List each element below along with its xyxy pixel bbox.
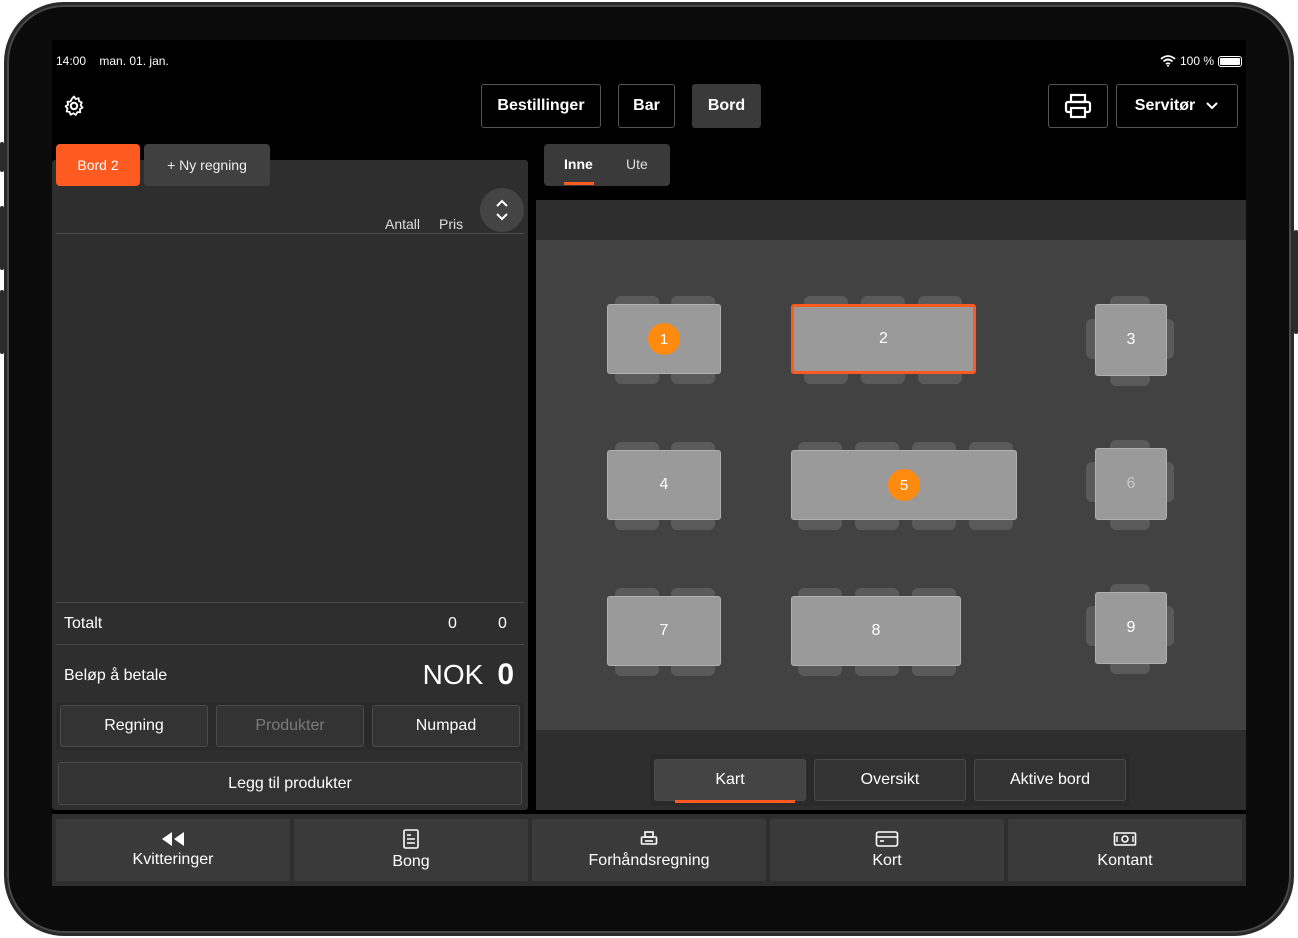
kvitteringer-button[interactable]: Kvitteringer (56, 819, 290, 881)
room-tab-ute[interactable]: Ute (626, 156, 648, 172)
table-4[interactable]: 4 (607, 450, 721, 520)
sort-toggle-button[interactable] (480, 188, 524, 232)
table-2[interactable]: 2 (791, 304, 976, 374)
table-7[interactable]: 7 (607, 596, 721, 666)
table-number: 8 (871, 622, 881, 639)
amount-due-value: 0 (497, 658, 514, 691)
device-side-button (0, 142, 4, 172)
total-label: Totalt (64, 615, 103, 632)
nav-bar-button[interactable]: Bar (618, 84, 675, 128)
total-qty-value: 0 (448, 615, 457, 632)
room-tabs: Inne Ute (544, 144, 670, 186)
gear-icon[interactable] (62, 94, 86, 118)
kontant-button[interactable]: Kontant (1008, 819, 1242, 881)
action-bar: Kvitteringer Bong Forhåndsregning Kort K… (52, 814, 1246, 886)
table-number: 6 (1126, 475, 1136, 492)
print-button[interactable] (1048, 84, 1108, 128)
chevron-up-down-icon (496, 199, 508, 221)
credit-card-icon (875, 831, 899, 847)
action-label: Forhåndsregning (588, 852, 710, 869)
device-side-button (0, 290, 4, 354)
printer-icon (640, 831, 658, 845)
view-tabs: Kart Oversikt Aktive bord (650, 754, 1130, 806)
currency-label: NOK (422, 659, 484, 690)
status-date: man. 01. jan. (99, 54, 169, 68)
mode-produkter-button[interactable]: Produkter (216, 705, 364, 747)
amount-due-label: Beløp å betale (64, 667, 168, 684)
table-8[interactable]: 8 (791, 596, 961, 666)
nav-bord-button[interactable]: Bord (692, 84, 761, 128)
table-5[interactable]: 5 (791, 450, 1017, 520)
table-number: 9 (1126, 619, 1136, 636)
divider (56, 602, 524, 603)
receipt-icon (403, 829, 419, 849)
action-label: Kort (872, 852, 902, 869)
battery-icon (1218, 55, 1242, 67)
add-products-button[interactable]: Legg til produkter (58, 762, 522, 805)
view-tab-oversikt[interactable]: Oversikt (814, 759, 966, 801)
battery-percent: 100 % (1179, 54, 1214, 68)
bill-tab-active[interactable]: Bord 2 (56, 144, 140, 186)
divider (56, 644, 524, 645)
table-6[interactable]: 6 (1095, 448, 1167, 520)
divider (56, 233, 524, 234)
top-bar: Bestillinger Bar Bord Servitør (52, 84, 1246, 128)
status-time: 14:00 (56, 54, 87, 68)
total-price-value: 0 (498, 615, 507, 632)
column-header-qty: Antall (385, 216, 421, 232)
table-number: 7 (659, 622, 669, 639)
room-tab-inne[interactable]: Inne (564, 156, 593, 172)
device-side-button (0, 206, 4, 270)
status-bar: 14:00 man. 01. jan. 100 % (52, 54, 1246, 70)
table-number: 3 (1126, 331, 1136, 348)
amount-due: NOK 0 (423, 658, 514, 692)
wifi-icon (1160, 55, 1176, 67)
table-number: 4 (659, 476, 669, 493)
active-order-badge: 1 (648, 323, 680, 355)
active-tab-indicator (675, 800, 795, 803)
table-number: 2 (879, 330, 888, 347)
forhandsregning-button[interactable]: Forhåndsregning (532, 819, 766, 881)
app-screen: 14:00 man. 01. jan. 100 % Bestillinger B… (52, 40, 1246, 886)
chevron-down-icon (1206, 102, 1218, 110)
table-1[interactable]: 1 (607, 304, 721, 374)
user-menu-label: Servitør (1134, 97, 1196, 114)
user-menu-button[interactable]: Servitør (1116, 84, 1238, 128)
column-header-price: Pris (439, 216, 464, 232)
mode-regning-button[interactable]: Regning (60, 705, 208, 747)
action-label: Bong (392, 853, 430, 870)
nav-bestillinger-button[interactable]: Bestillinger (481, 84, 601, 128)
device-side-button (1294, 230, 1298, 334)
action-label: Kvitteringer (132, 851, 214, 868)
cash-icon (1113, 832, 1137, 846)
active-tab-indicator (564, 182, 594, 185)
printer-icon (1064, 93, 1092, 119)
new-bill-button[interactable]: + Ny regning (144, 144, 270, 186)
kort-button[interactable]: Kort (770, 819, 1004, 881)
action-label: Kontant (1097, 852, 1153, 869)
rewind-icon (162, 832, 184, 846)
view-tab-aktive-bord[interactable]: Aktive bord (974, 759, 1126, 801)
mode-numpad-button[interactable]: Numpad (372, 705, 520, 747)
table-3[interactable]: 3 (1095, 304, 1167, 376)
bong-button[interactable]: Bong (294, 819, 528, 881)
table-9[interactable]: 9 (1095, 592, 1167, 664)
active-order-badge: 5 (888, 469, 920, 501)
view-tab-kart[interactable]: Kart (654, 759, 806, 803)
